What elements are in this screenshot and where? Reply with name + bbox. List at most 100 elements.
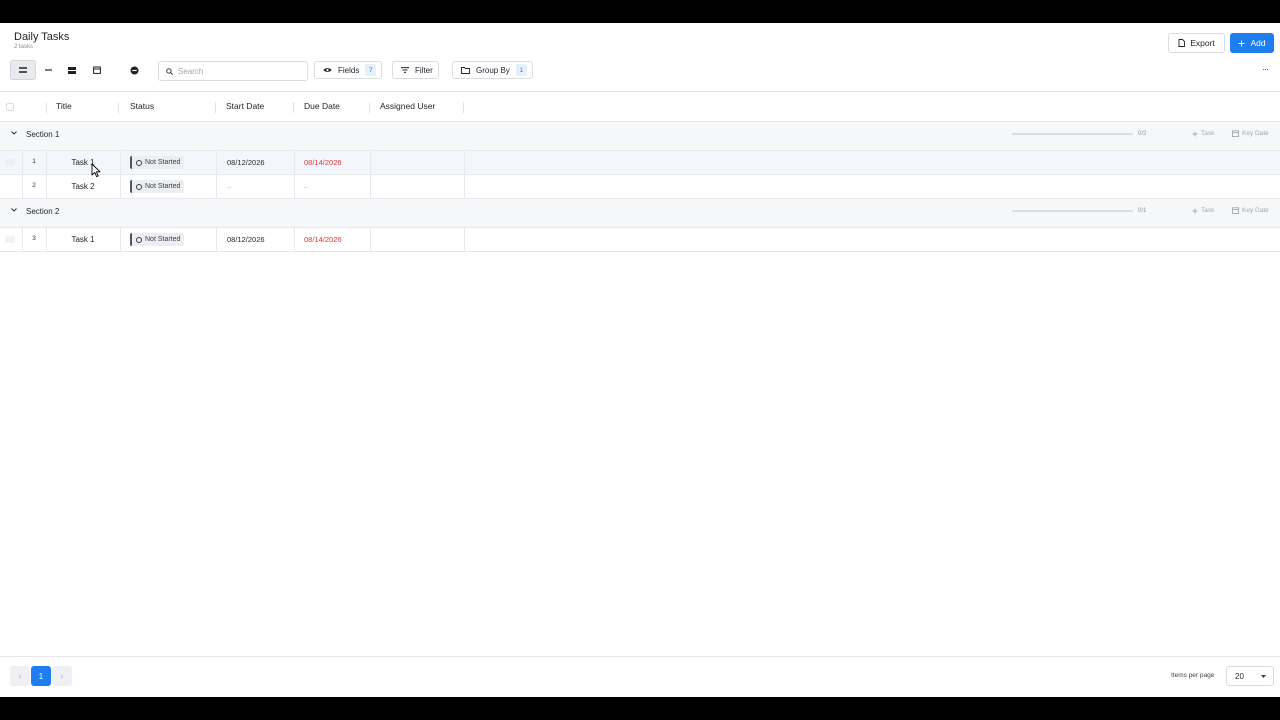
column-header-assigned-user[interactable]: Assigned User [380,101,435,111]
filter-icon [401,67,409,73]
app-window: Daily Tasks 2 tasks Export Add Search Fi… [0,23,1280,697]
start-date[interactable]: 08/12/2026 [227,158,265,167]
start-date[interactable]: 08/12/2026 [227,235,265,244]
export-label: Export [1190,38,1215,48]
column-divider [463,102,464,113]
cell-divider [464,151,465,174]
status-circle-icon [136,236,142,243]
section-header[interactable]: Section 2 0/1 Task Key Date [0,199,1280,228]
column-divider [215,102,216,113]
chevron-down-icon[interactable] [11,130,17,137]
task-title[interactable]: Task 2 [47,182,119,191]
filter-label: Filter [415,65,433,75]
page-title: Daily Tasks [14,31,70,43]
column-header-title[interactable]: Title [56,101,72,111]
cell-divider [464,228,465,251]
status-badge[interactable]: Not Started [130,156,185,169]
minus-circle-icon [130,66,138,74]
items-per-page-label: Items per page [1171,672,1215,679]
prev-page-button[interactable]: ‹ [10,666,30,686]
filter-button[interactable]: Filter [392,61,439,79]
due-date[interactable]: – [304,182,308,191]
cell-divider [120,228,121,251]
items-per-page-select[interactable]: 20 [1226,666,1274,686]
section-progress-count: 0/1 [1138,208,1147,214]
cell-divider [216,175,217,198]
minus-icon [44,69,52,71]
more-options-icon[interactable]: ··· [1262,64,1269,74]
column-divider [369,102,370,113]
section-name: Section 1 [26,130,60,139]
chevron-down-icon[interactable] [11,207,17,214]
start-date[interactable]: – [227,182,231,191]
plus-icon [1192,131,1198,136]
table-row[interactable]: 3 Task 1 Not Started 08/12/2026 08/14/20… [0,228,1280,252]
cell-divider [370,228,371,251]
status-badge[interactable]: Not Started [130,233,185,246]
toolbar: Fields 7 Filter Group By 1 ··· [0,60,1280,82]
task-count: 2 tasks [14,44,34,50]
document-icon [1178,39,1186,47]
status-label: Not Started [145,236,181,243]
add-label: Add [1250,38,1266,48]
status-badge[interactable]: Not Started [130,180,185,193]
column-header-start-date[interactable]: Start Date [226,101,264,111]
caret-down-icon [1261,674,1266,678]
column-divider [118,102,119,113]
status-label: Not Started [145,159,181,166]
task-title[interactable]: Task 1 [47,235,119,244]
search-input[interactable] [178,66,298,76]
add-task-button[interactable]: Task [1192,130,1214,137]
next-page-button[interactable]: › [52,666,72,686]
compact-view-button[interactable] [37,60,59,80]
column-header-status[interactable]: Status [130,101,154,111]
hide-completed-button[interactable] [123,60,145,80]
column-divider [46,102,47,113]
due-date[interactable]: 08/14/2026 [304,235,342,244]
section-name: Section 2 [26,207,60,216]
due-date[interactable]: 08/14/2026 [304,158,342,167]
search-box[interactable] [158,61,308,81]
section-progress-count: 0/2 [1138,131,1147,137]
group-by-count-badge: 1 [515,64,527,76]
export-button[interactable]: Export [1168,33,1225,53]
row-number: 1 [32,158,36,165]
list-view-icon [19,67,27,73]
table-header: Title Status Start Date Due Date Assigne… [0,91,1280,122]
key-date-label: Key Date [1242,207,1269,214]
group-by-label: Group By [476,65,510,75]
select-all-checkbox[interactable] [6,103,14,111]
task-table: Title Status Start Date Due Date Assigne… [0,91,1280,252]
calendar-view-button[interactable] [86,60,108,80]
board-view-button[interactable] [61,60,83,80]
row-checkbox[interactable] [5,159,15,166]
row-checkbox[interactable] [5,236,15,243]
key-date-button[interactable]: Key Date [1232,130,1269,137]
key-date-label: Key Date [1242,130,1269,137]
search-icon [166,67,173,75]
cell-divider [294,175,295,198]
cell-divider [216,228,217,251]
table-row[interactable]: 2 Task 2 Not Started – – [0,175,1280,199]
plus-icon [1192,208,1198,213]
mouse-cursor-icon [91,163,101,178]
group-by-button[interactable]: Group By 1 [452,61,533,79]
eye-icon [323,68,332,72]
fields-button[interactable]: Fields 7 [314,61,383,79]
status-label: Not Started [145,183,181,190]
add-button[interactable]: Add [1230,33,1274,53]
calendar-icon [93,66,101,74]
list-view-button[interactable] [10,60,36,80]
page-1-button[interactable]: 1 [31,666,51,686]
fields-count-badge: 7 [365,64,377,76]
add-task-label: Task [1201,130,1215,137]
row-number: 2 [32,182,36,189]
add-task-button[interactable]: Task [1192,207,1214,214]
task-title[interactable]: Task 1 [47,158,119,167]
cell-divider [294,151,295,174]
table-row[interactable]: 1 Task 1 Not Started 08/12/2026 08/14/20… [0,151,1280,175]
column-header-due-date[interactable]: Due Date [304,101,340,111]
section-header[interactable]: Section 1 0/2 Task Key Date [0,122,1280,151]
key-date-button[interactable]: Key Date [1232,207,1269,214]
cell-divider [464,175,465,198]
